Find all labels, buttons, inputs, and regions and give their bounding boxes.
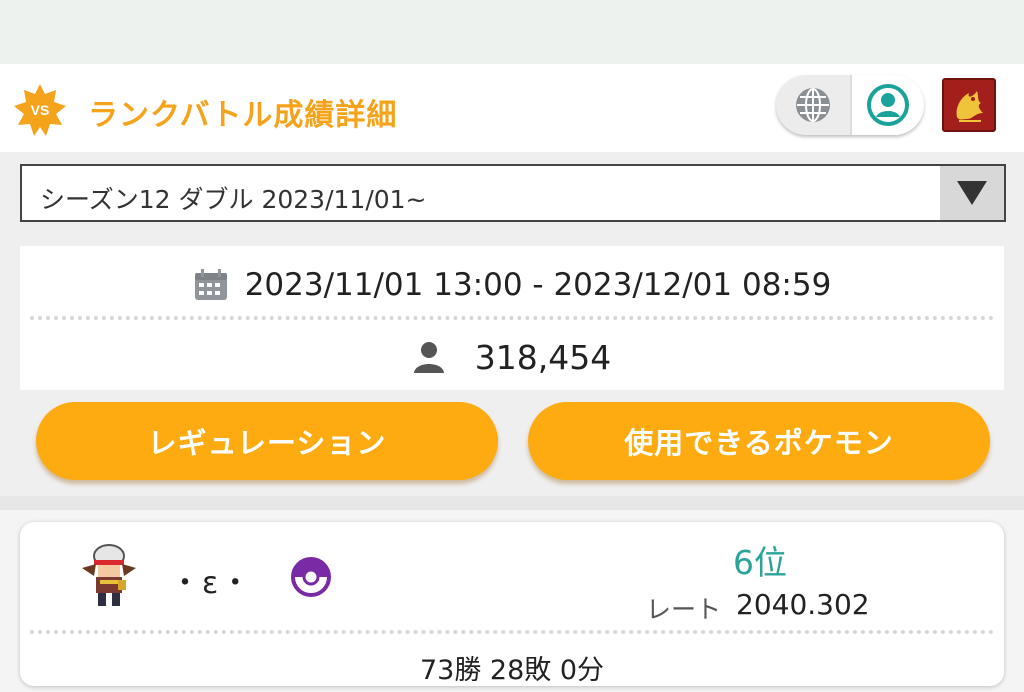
view-toggle[interactable]	[776, 75, 924, 135]
period-text: 2023/11/01 13:00 - 2023/12/01 08:59	[244, 267, 832, 303]
svg-text:VS: VS	[31, 102, 50, 118]
calendar-icon	[194, 269, 227, 300]
trainer-sprite-icon	[82, 544, 136, 606]
section-divider	[0, 496, 1024, 510]
ranking-card[interactable]: ・ε・ 6位 レート 2040.302 73勝 28敗 0分	[20, 522, 1004, 686]
card-dotted-divider	[30, 630, 994, 634]
dotted-divider	[30, 316, 994, 320]
player-count-text: 318,454	[474, 337, 612, 377]
season-period: 2023/11/01 13:00 - 2023/12/01 08:59	[20, 260, 1004, 310]
top-band	[0, 0, 1024, 64]
usable-pokemon-button[interactable]: 使用できるポケモン	[528, 402, 990, 480]
season-info: 2023/11/01 13:00 - 2023/12/01 08:59 318,…	[20, 246, 1004, 390]
player-count: 318,454	[20, 332, 1004, 382]
pokeball-icon	[291, 557, 331, 597]
global-toggle-button[interactable]	[776, 75, 850, 135]
team-emblem[interactable]	[942, 78, 996, 132]
season-select[interactable]: シーズン12 ダブル 2023/11/01~	[20, 164, 1006, 222]
vs-badge-icon: VS	[14, 84, 66, 136]
regulation-button[interactable]: レギュレーション	[36, 402, 498, 480]
rate-value: 2040.302	[736, 588, 870, 621]
triangle-down-icon	[957, 181, 987, 205]
player-name: ・ε・	[170, 566, 253, 601]
rank-text: 6位	[733, 543, 787, 582]
dropdown-arrow[interactable]	[940, 166, 1004, 220]
page-title: ランクバトル成績詳細	[88, 98, 398, 133]
user-circle-icon	[867, 84, 909, 126]
win-loss-record: 73勝 28敗 0分	[419, 655, 605, 686]
my-profile-toggle-button[interactable]	[850, 75, 924, 135]
person-icon	[413, 342, 444, 373]
globe-icon	[796, 88, 830, 122]
page-header: VS ランクバトル成績詳細	[0, 64, 1024, 152]
rate-label: レート	[646, 595, 722, 624]
dragon-emblem-icon	[956, 91, 983, 122]
season-select-value: シーズン12 ダブル 2023/11/01~	[40, 185, 427, 214]
